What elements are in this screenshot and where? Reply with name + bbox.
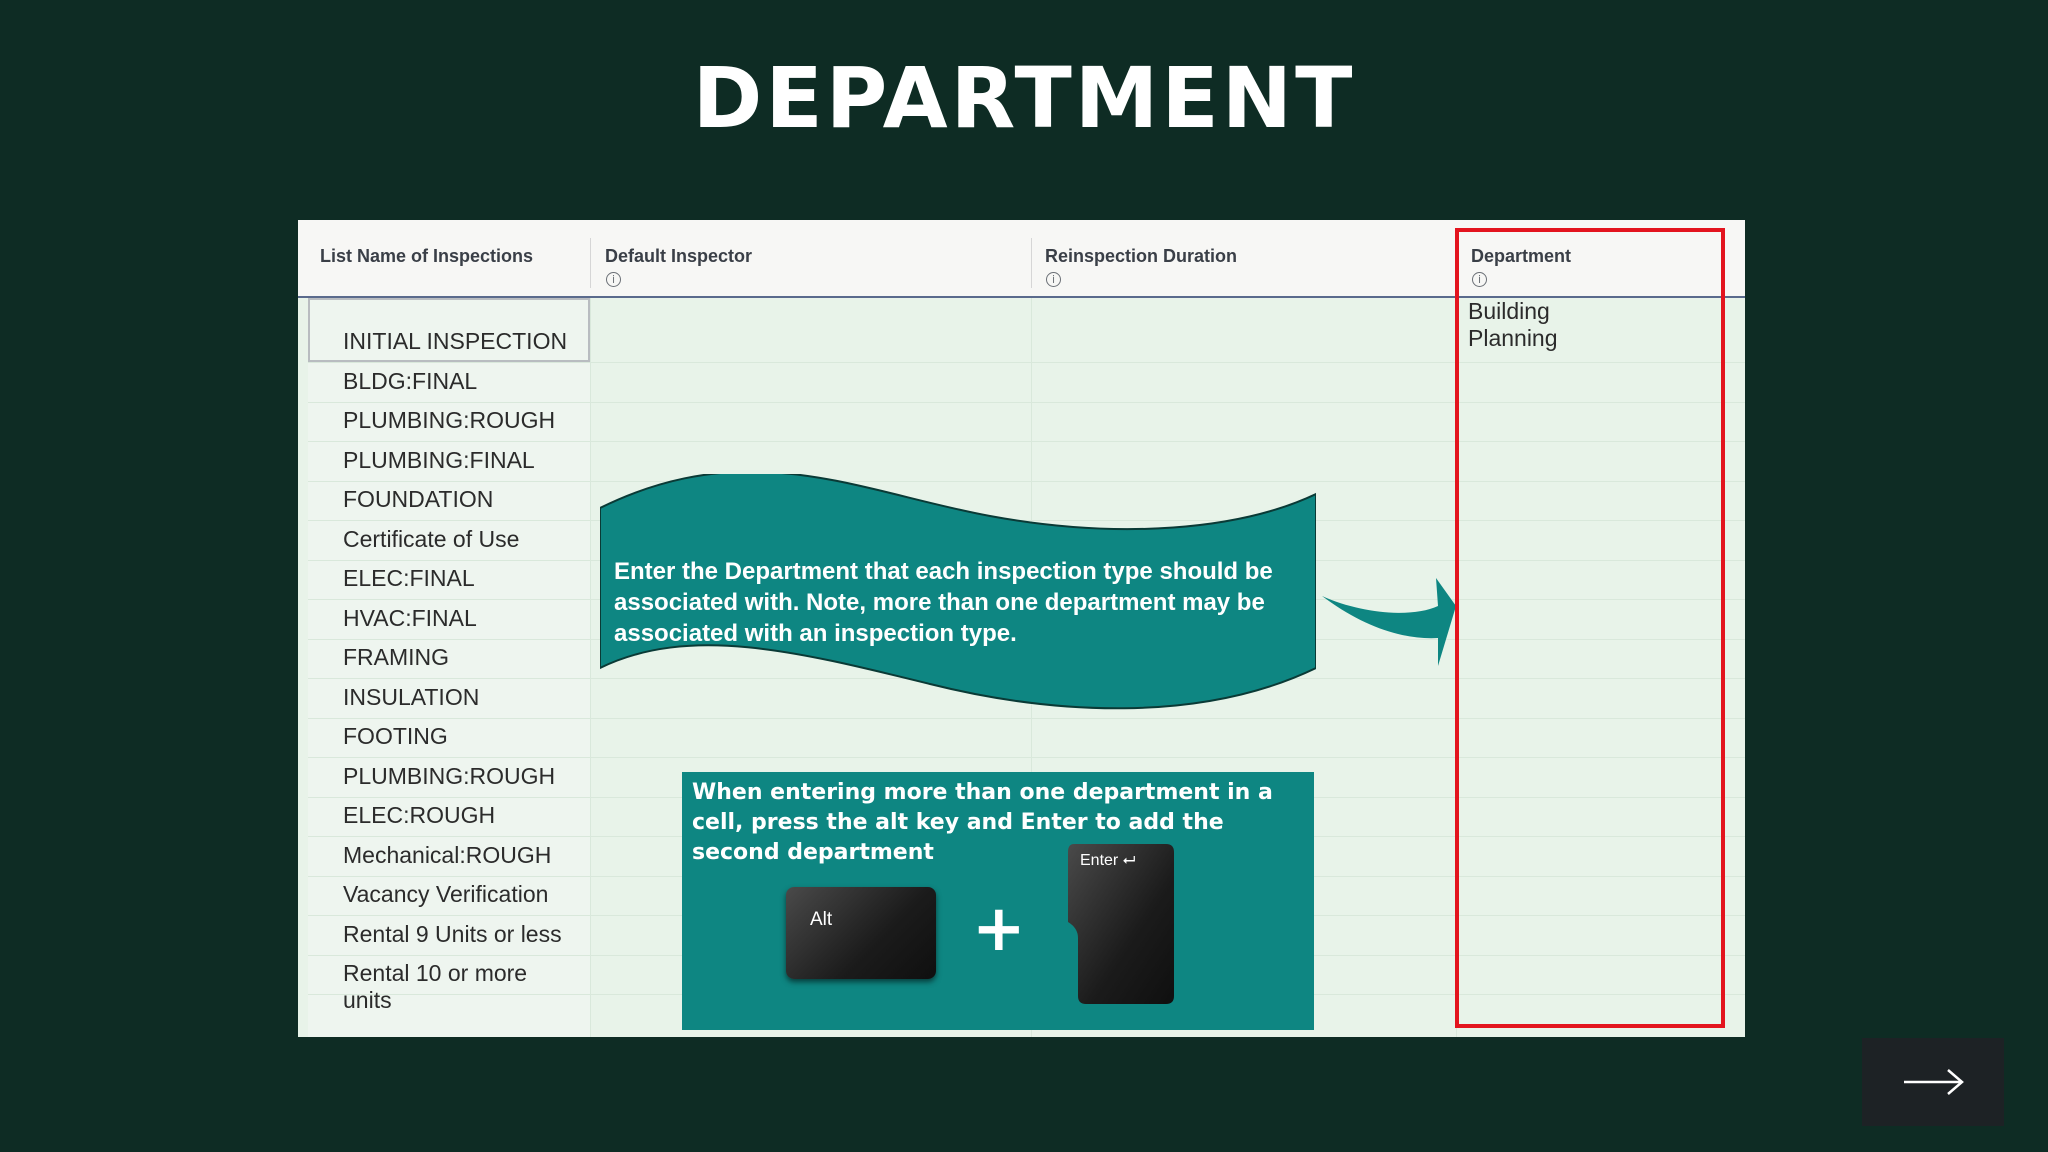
- table-row-label[interactable]: Mechanical:ROUGH: [343, 842, 551, 869]
- table-row-label[interactable]: ELEC:ROUGH: [343, 802, 495, 829]
- plus-icon: +: [972, 892, 1026, 966]
- table-row-label[interactable]: Vacancy Verification: [343, 881, 548, 908]
- enter-key: Enter ⮠: [1066, 840, 1176, 900]
- table-row-label[interactable]: HVAC:FINAL: [343, 605, 477, 632]
- alt-key-label: Alt: [810, 909, 833, 930]
- table-row-label[interactable]: FOOTING: [343, 723, 448, 750]
- column-header-default-inspector[interactable]: Default Inspector: [605, 246, 752, 267]
- table-row-label[interactable]: Rental 10 or more units: [343, 960, 527, 1014]
- spreadsheet-panel: List Name of Inspections Default Inspect…: [298, 220, 1745, 1037]
- arrow-right-icon: [1904, 1069, 1964, 1095]
- table-row-label[interactable]: FRAMING: [343, 644, 449, 671]
- department-highlight-box: [1455, 228, 1725, 1028]
- callout-text: Enter the Department that each inspectio…: [614, 558, 1273, 647]
- tip-text: When entering more than one department i…: [692, 780, 1273, 865]
- table-row-label[interactable]: ELEC:FINAL: [343, 565, 475, 592]
- column-header-reinspection-duration[interactable]: Reinspection Duration: [1045, 246, 1237, 267]
- enter-key-label: Enter ⮠: [1080, 852, 1136, 869]
- slide-title: DEPARTMENT: [692, 49, 1356, 147]
- grid-line: [590, 298, 591, 1037]
- table-row-label[interactable]: Certificate of Use: [343, 526, 519, 553]
- table-row-label[interactable]: PLUMBING:FINAL: [343, 447, 535, 474]
- next-slide-button[interactable]: [1862, 1038, 2004, 1126]
- table-row-label[interactable]: PLUMBING:ROUGH: [343, 763, 555, 790]
- table-row-label[interactable]: PLUMBING:ROUGH: [343, 407, 555, 434]
- info-icon[interactable]: i: [606, 272, 621, 287]
- table-row-label[interactable]: INITIAL INSPECTION: [343, 328, 567, 355]
- table-row-label[interactable]: BLDG:FINAL: [343, 368, 477, 395]
- table-row-label[interactable]: INSULATION: [343, 684, 479, 711]
- info-icon[interactable]: i: [1046, 272, 1061, 287]
- curved-arrow-icon: [1322, 578, 1456, 666]
- table-row-label[interactable]: Rental 9 Units or less: [343, 921, 562, 948]
- column-separator: [590, 238, 591, 288]
- column-header-list-name[interactable]: List Name of Inspections: [320, 246, 533, 267]
- column-separator: [1031, 238, 1032, 288]
- callout: Enter the Department that each inspectio…: [600, 474, 1316, 754]
- alt-key-icon: Alt: [786, 887, 936, 979]
- tip-box: When entering more than one department i…: [682, 772, 1314, 1030]
- table-row-label[interactable]: FOUNDATION: [343, 486, 493, 513]
